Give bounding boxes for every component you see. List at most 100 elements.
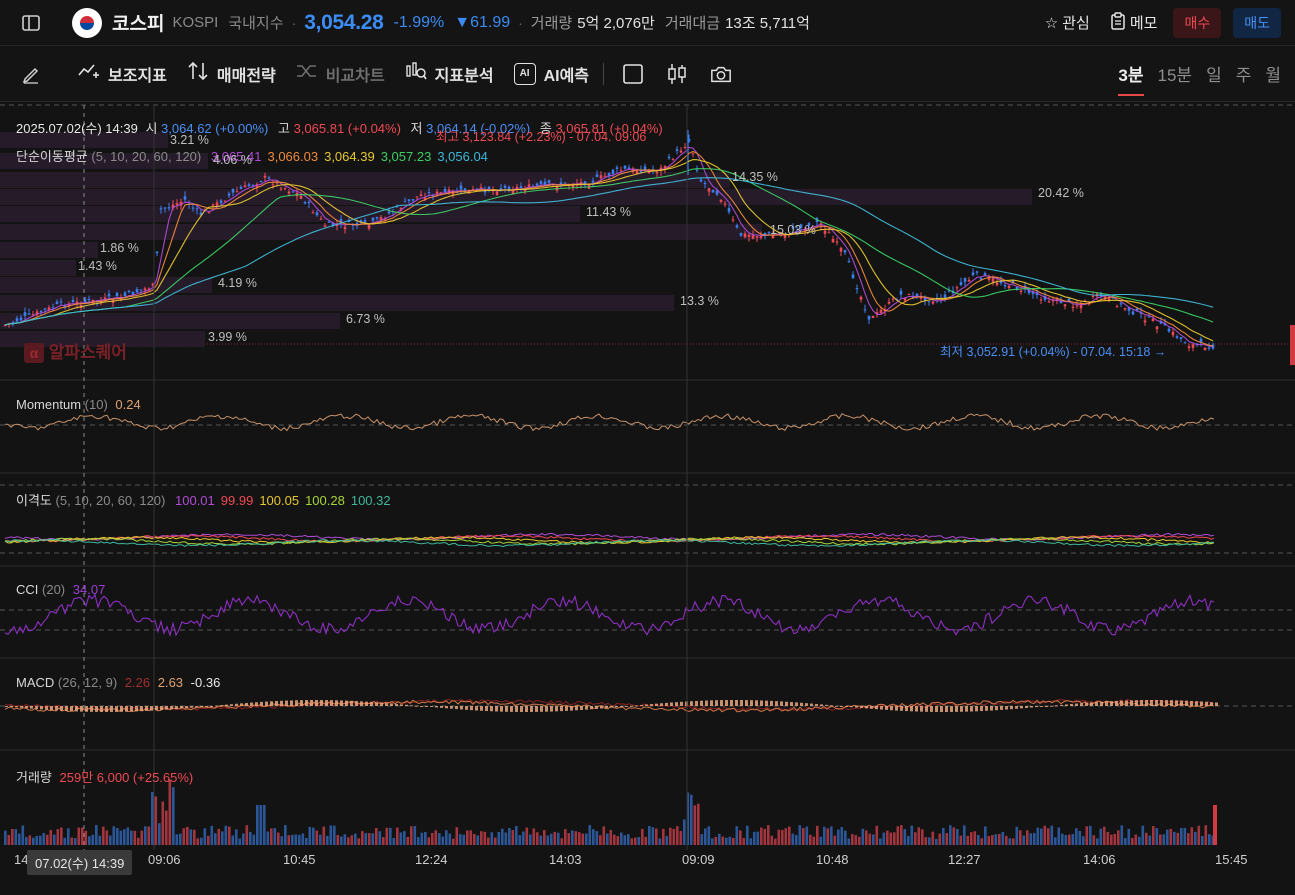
- macd-histogram-bar: [525, 706, 528, 712]
- volume-bar: [406, 836, 410, 845]
- candle-body: [707, 188, 711, 192]
- macd-histogram-bar: [1210, 702, 1213, 706]
- volume-bar: [949, 825, 952, 845]
- volume-bar: [466, 830, 469, 845]
- volume-bar: [21, 825, 25, 845]
- volume-bar: [578, 832, 581, 845]
- ticker-name[interactable]: 코스피: [112, 9, 164, 36]
- candle-body: [887, 301, 891, 304]
- high-value: 3,065.81 (+0.04%): [293, 121, 401, 136]
- macd-histogram-bar: [655, 703, 658, 706]
- volume-bar: [721, 836, 725, 845]
- open-label: 시: [145, 121, 158, 136]
- macd-histogram-bar: [675, 702, 678, 706]
- volume-bar: [1134, 834, 1138, 845]
- macd-histogram-bar: [1090, 702, 1093, 706]
- macd-histogram-bar: [440, 706, 443, 708]
- volume-bar: [434, 830, 438, 845]
- candle-body: [859, 296, 863, 300]
- square-layout-icon[interactable]: [622, 63, 644, 85]
- candle-body: [271, 184, 275, 186]
- macd-histogram-bar: [210, 705, 213, 707]
- compare-button[interactable]: 비교차트: [296, 62, 385, 86]
- volume-bar: [606, 833, 609, 845]
- macd-histogram-bar: [450, 706, 453, 709]
- indicators-label: 보조지표: [108, 67, 167, 85]
- volume-bar: [179, 833, 182, 845]
- volume-label: 거래량: [530, 15, 573, 32]
- volume-pane-name: 거래량: [16, 770, 52, 785]
- macd-histogram-bar: [400, 704, 403, 706]
- volume-bar: [1078, 830, 1082, 845]
- timeframe-0[interactable]: 3분: [1118, 61, 1144, 96]
- macd-histogram-bar: [800, 702, 803, 706]
- buy-button[interactable]: 매수: [1173, 7, 1222, 38]
- candle-body: [419, 194, 423, 197]
- volume-bar: [746, 825, 749, 845]
- candle-body: [311, 212, 315, 214]
- volume-bar: [1173, 831, 1176, 845]
- macd-histogram-bar: [1035, 706, 1038, 708]
- volume-bar: [175, 834, 179, 845]
- macd-histogram-bar: [185, 706, 188, 709]
- volume-bar: [221, 831, 224, 845]
- sell-button[interactable]: 매도: [1233, 7, 1281, 38]
- timeframe-2[interactable]: 일: [1206, 61, 1222, 86]
- candle-body: [691, 153, 695, 155]
- volume-bar: [154, 796, 158, 845]
- volume-bar: [462, 834, 466, 845]
- watchlist-button[interactable]: ☆ 관심: [1045, 12, 1090, 33]
- volume-bar: [172, 787, 175, 845]
- macd-histogram-bar: [635, 705, 638, 707]
- indicators-button[interactable]: 보조지표: [78, 62, 167, 86]
- volume-bar: [571, 830, 574, 845]
- volume-bar: [812, 836, 816, 845]
- volume-bar: [469, 830, 473, 845]
- ai-predict-button[interactable]: AI AI예측: [513, 62, 589, 86]
- timeframe-1[interactable]: 15분: [1158, 61, 1193, 86]
- volume-bar: [1113, 833, 1117, 845]
- candle-body: [39, 310, 43, 313]
- sidebar-toggle-icon[interactable]: [20, 12, 42, 34]
- candle-body: [19, 317, 23, 321]
- macd-histogram-bar: [435, 706, 438, 708]
- candle-body: [959, 282, 963, 286]
- candle-body: [699, 179, 703, 182]
- macd-histogram-bar: [570, 706, 573, 711]
- volume-bar: [361, 831, 364, 845]
- candle-body: [107, 293, 111, 297]
- volume-bar: [354, 833, 357, 845]
- macd-histogram-bar: [65, 706, 68, 711]
- volume-bar: [879, 838, 882, 845]
- memo-button[interactable]: 메모: [1110, 11, 1157, 34]
- macd-histogram-bar: [895, 706, 898, 711]
- macd-histogram-bar: [285, 700, 288, 706]
- volume-bar: [266, 831, 270, 845]
- macd-histogram-bar: [10, 706, 13, 707]
- macd-histogram-bar: [1065, 704, 1068, 706]
- analysis-button[interactable]: 지표분석: [405, 61, 494, 86]
- candle-body: [1091, 295, 1095, 297]
- macd-histogram-bar: [425, 706, 428, 707]
- macd-histogram-bar: [695, 700, 698, 706]
- candle-body: [367, 225, 371, 229]
- timeframe-3[interactable]: 주: [1236, 61, 1252, 86]
- macd-histogram-bar: [720, 700, 723, 706]
- drawing-pen-icon[interactable]: [20, 63, 42, 85]
- candle-body: [975, 271, 979, 273]
- strategy-button[interactable]: 매매전략: [187, 61, 276, 86]
- timeframe-4[interactable]: 월: [1265, 61, 1281, 86]
- macd-histogram-bar: [810, 703, 813, 706]
- macd-histogram-bar: [825, 704, 828, 706]
- volume-bar: [945, 833, 949, 845]
- camera-icon[interactable]: [710, 63, 732, 85]
- volume-bar: [851, 834, 854, 845]
- macd-histogram-bar: [170, 706, 173, 710]
- cci-name: CCI: [16, 582, 39, 597]
- volume-bar: [977, 835, 980, 845]
- candlestick-icon[interactable]: [666, 63, 688, 85]
- volume-bar: [973, 831, 977, 845]
- volume-bar: [427, 837, 431, 845]
- volume-bar: [634, 837, 637, 845]
- volume-bar: [133, 830, 137, 845]
